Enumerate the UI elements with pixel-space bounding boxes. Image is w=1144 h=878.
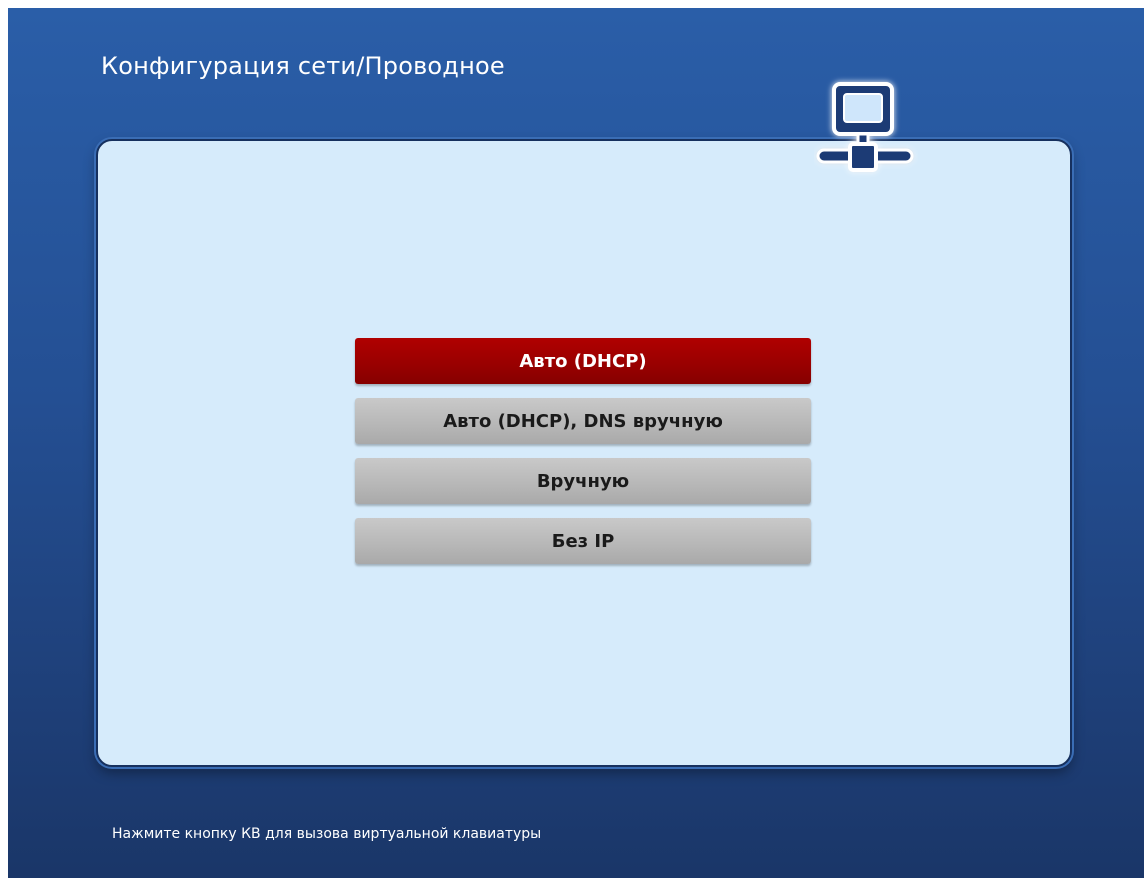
menu-item-no-ip[interactable]: Без IP bbox=[355, 518, 811, 564]
menu-item-auto-dhcp[interactable]: Авто (DHCP) bbox=[355, 338, 811, 384]
network-config-screen: Конфигурация сети/Проводное Авто (DHCP) … bbox=[8, 8, 1144, 878]
page-title: Конфигурация сети/Проводное bbox=[101, 52, 505, 80]
wired-network-icon bbox=[814, 74, 918, 184]
keyboard-hint: Нажмите кнопку КВ для вызова виртуальной… bbox=[112, 826, 542, 842]
ip-mode-menu: Авто (DHCP) Авто (DHCP), DNS вручную Вру… bbox=[355, 338, 811, 578]
menu-item-manual[interactable]: Вручную bbox=[355, 458, 811, 504]
menu-item-auto-dhcp-manual-dns[interactable]: Авто (DHCP), DNS вручную bbox=[355, 398, 811, 444]
